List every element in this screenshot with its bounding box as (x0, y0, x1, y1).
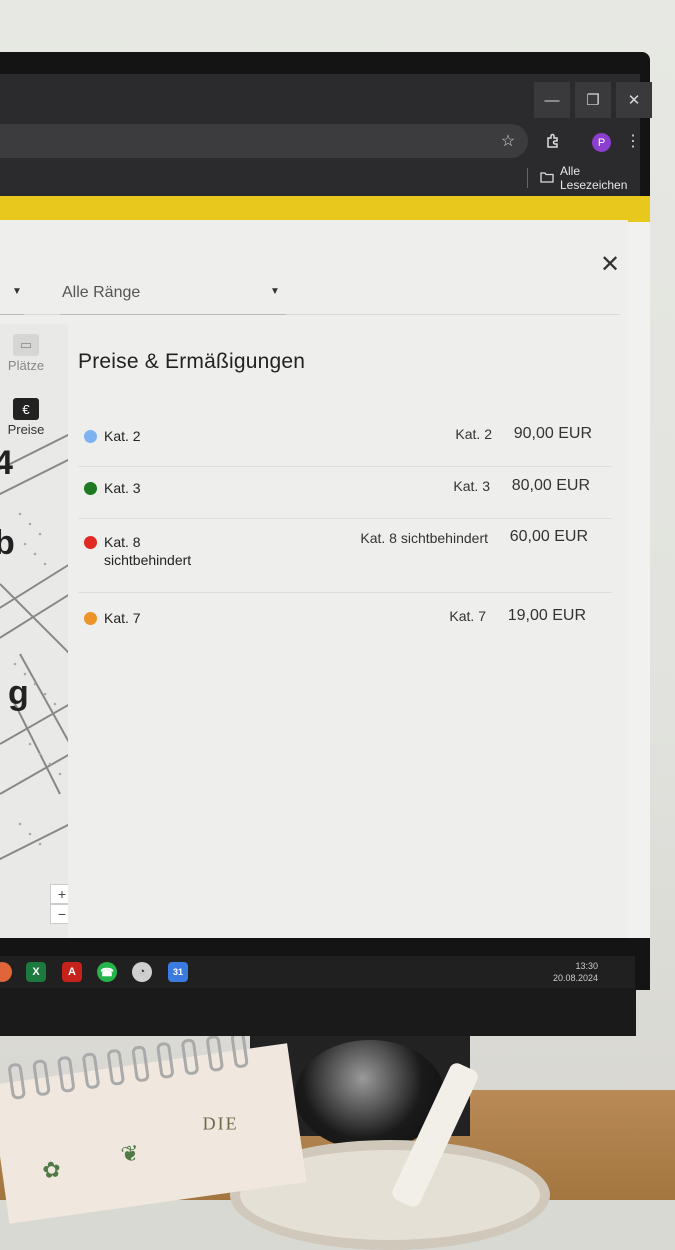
category-name: Kat. 2 (104, 428, 141, 444)
tab-prices[interactable]: € Preise (0, 398, 52, 448)
seat-price-modal: ✕ ▼ Alle Ränge ▼ ▭ Plätze € Preise 4 b g… (0, 220, 628, 938)
category-detail: Kat. 7 (449, 608, 486, 624)
site-header-bar (0, 196, 650, 222)
category-price: 80,00 EUR (511, 477, 590, 494)
minimize-icon[interactable]: — (534, 82, 570, 118)
clock-date: 20.08.2024 (552, 973, 598, 983)
bookmarks-label: Alle Lesezeichen (560, 164, 628, 192)
chevron-down-icon: ▼ (12, 286, 22, 297)
web-page: ✕ ▼ Alle Ränge ▼ ▭ Plätze € Preise 4 b g… (0, 196, 650, 938)
category-price: 60,00 EUR (509, 528, 588, 545)
seats-icon: ▭ (13, 334, 39, 356)
category-color-dot (84, 430, 97, 443)
excel-icon[interactable]: X (26, 962, 46, 982)
tab-prices-label: Preise (7, 422, 45, 437)
app-icon[interactable] (0, 962, 12, 982)
address-bar[interactable] (0, 124, 528, 158)
price-row[interactable]: Kat. 7 Kat. 7 19,00 EUR (78, 606, 612, 648)
category-detail: Kat. 8 sichtbehindert (360, 530, 488, 546)
notebook-text: DIE (202, 1113, 239, 1134)
close-window-icon[interactable]: ✕ (616, 82, 652, 118)
tab-seats[interactable]: ▭ Plätze (0, 334, 52, 384)
rank-select-value: Alle Ränge (62, 284, 141, 301)
restore-icon[interactable]: ❐ (575, 82, 611, 118)
map-block-label: 4 (0, 444, 13, 482)
category-name: Kat. 7 (104, 610, 141, 626)
category-detail: Kat. 2 (455, 426, 492, 442)
acrobat-icon[interactable]: A (62, 962, 82, 982)
price-row[interactable]: Kat. 2 Kat. 2 90,00 EUR (78, 424, 612, 467)
block-select[interactable]: ▼ (0, 270, 24, 315)
folder-icon (540, 171, 554, 186)
menu-dots-icon[interactable]: ⋮ (625, 131, 641, 151)
prices-title: Preise & Ermäßigungen (78, 350, 306, 373)
seat-map[interactable]: ▭ Plätze € Preise 4 b g + − (0, 324, 68, 938)
monitor-chin (0, 988, 636, 1036)
taskbar: X A ☎ ◔ 31 13:30 20.08.2024 (0, 956, 635, 988)
filter-bar: ▼ Alle Ränge ▼ (0, 270, 620, 315)
zoom-out-button[interactable]: − (50, 904, 68, 924)
tab-seats-label: Plätze (7, 358, 45, 373)
bookmarks-folder[interactable]: Alle Lesezeichen (527, 164, 640, 192)
map-block-label: g (8, 674, 29, 712)
price-row[interactable]: Kat. 3 Kat. 3 80,00 EUR (78, 476, 612, 519)
clock-icon[interactable]: ◔ (132, 962, 152, 982)
plant-illustration: ✿ (40, 1156, 63, 1184)
category-color-dot (84, 612, 97, 625)
extensions-icon[interactable] (543, 131, 563, 151)
category-detail: Kat. 3 (453, 478, 490, 494)
calendar-icon[interactable]: 31 (168, 962, 188, 982)
price-row[interactable]: Kat. 8 sichtbehindert Kat. 8 sichtbehind… (78, 528, 612, 593)
prices-panel: Preise & Ermäßigungen Kat. 2 Kat. 2 90,0… (78, 350, 612, 626)
category-color-dot (84, 536, 97, 549)
bookmark-star-icon[interactable]: ☆ (498, 131, 518, 151)
clock-time: 13:30 (575, 961, 598, 971)
category-name: Kat. 8 (104, 534, 141, 550)
category-name-line2: sichtbehindert (104, 552, 192, 568)
category-price: 90,00 EUR (513, 425, 592, 442)
profile-avatar[interactable]: P (592, 133, 611, 152)
euro-icon: € (13, 398, 39, 420)
system-clock[interactable]: 13:30 20.08.2024 (548, 956, 598, 992)
plant-illustration: ❦ (119, 1140, 142, 1168)
category-color-dot (84, 482, 97, 495)
category-name: Kat. 3 (104, 480, 141, 496)
map-block-label: b (0, 524, 15, 562)
zoom-in-button[interactable]: + (50, 884, 68, 904)
whatsapp-icon[interactable]: ☎ (97, 962, 117, 982)
category-price: 19,00 EUR (507, 607, 586, 624)
rank-select[interactable]: Alle Ränge ▼ (60, 270, 286, 315)
chevron-down-icon: ▼ (270, 286, 280, 297)
